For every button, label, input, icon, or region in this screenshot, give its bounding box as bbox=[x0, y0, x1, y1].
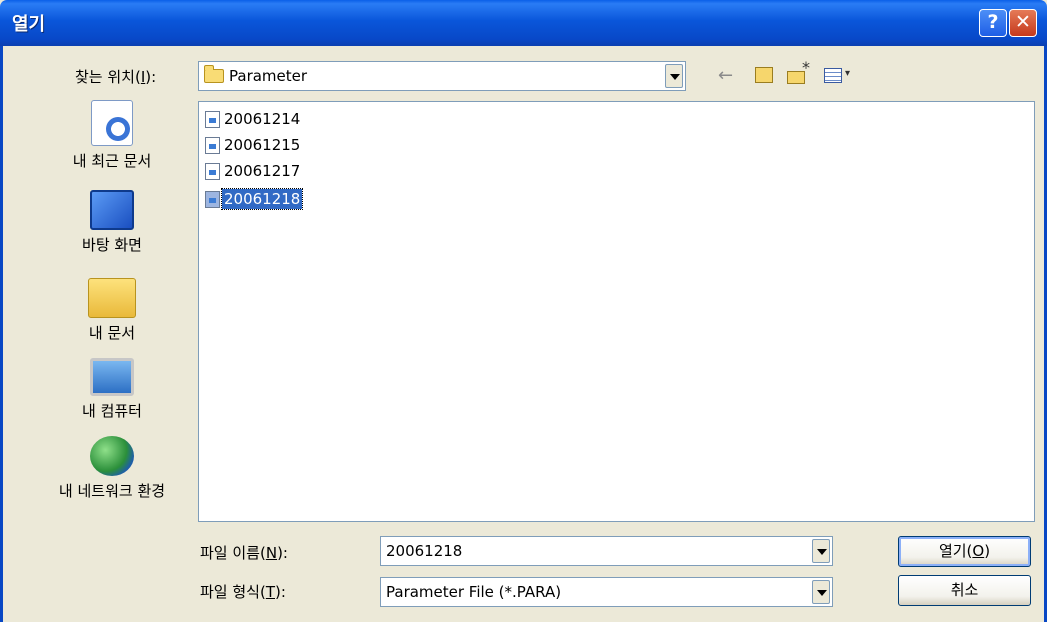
window-frame-left bbox=[0, 46, 3, 622]
folder-icon bbox=[204, 65, 224, 83]
file-type-value: Parameter File (*.PARA) bbox=[386, 583, 562, 601]
title-bar[interactable]: 열기 ? ✕ bbox=[0, 0, 1047, 46]
file-icon bbox=[205, 163, 220, 180]
file-type-dropdown[interactable]: Parameter File (*.PARA) bbox=[380, 577, 833, 607]
list-item[interactable]: 20061217 bbox=[205, 160, 325, 184]
chevron-down-icon[interactable] bbox=[812, 539, 830, 563]
help-button[interactable]: ? bbox=[979, 9, 1007, 37]
place-label: 내 문서 bbox=[88, 324, 136, 342]
place-desktop[interactable]: 바탕 화면 bbox=[37, 190, 187, 255]
file-name-label: 파일 이름(N): bbox=[200, 544, 288, 562]
place-my-computer[interactable]: 내 컴퓨터 bbox=[37, 358, 187, 421]
file-name: 20061215 bbox=[224, 136, 301, 154]
place-network[interactable]: 내 네트워크 환경 bbox=[37, 436, 187, 501]
desktop-icon bbox=[90, 190, 134, 230]
my-documents-icon bbox=[88, 278, 136, 318]
view-menu-arrow-icon[interactable]: ▾ bbox=[845, 68, 850, 79]
my-computer-icon bbox=[90, 358, 134, 396]
file-name-value: 20061218 bbox=[386, 542, 463, 560]
list-item[interactable]: 20061215 bbox=[205, 134, 325, 158]
chevron-down-icon[interactable] bbox=[665, 64, 683, 88]
look-in-value: Parameter bbox=[229, 67, 308, 85]
close-button[interactable]: ✕ bbox=[1009, 9, 1037, 37]
up-folder-icon[interactable] bbox=[755, 67, 773, 83]
place-recent-documents[interactable]: 내 최근 문서 bbox=[37, 100, 187, 171]
window-title: 열기 bbox=[12, 14, 46, 35]
open-button[interactable]: 열기(O) bbox=[898, 536, 1031, 567]
place-label: 내 컴퓨터 bbox=[82, 402, 142, 420]
list-item-selected[interactable]: 20061218 bbox=[205, 188, 325, 212]
recent-documents-icon bbox=[91, 100, 133, 146]
look-in-label: 찾는 위치(I): bbox=[75, 68, 157, 86]
file-name: 20061218 bbox=[220, 188, 304, 210]
file-name: 20061214 bbox=[224, 110, 301, 128]
list-item[interactable]: 20061214 bbox=[205, 108, 325, 132]
places-bar: 내 최근 문서 바탕 화면 내 문서 내 컴퓨터 내 네트워크 환경 bbox=[37, 100, 187, 520]
file-icon bbox=[205, 137, 220, 154]
place-label: 내 네트워크 환경 bbox=[58, 482, 166, 500]
file-list[interactable]: 20061214 20061215 20061217 20061218 bbox=[198, 101, 1035, 522]
place-my-documents[interactable]: 내 문서 bbox=[37, 278, 187, 343]
place-label: 바탕 화면 bbox=[82, 236, 142, 254]
file-name: 20061217 bbox=[224, 162, 301, 180]
file-type-label: 파일 형식(T): bbox=[200, 583, 286, 601]
place-label: 내 최근 문서 bbox=[72, 152, 152, 170]
back-icon[interactable]: ← bbox=[718, 65, 733, 86]
look-in-dropdown[interactable]: Parameter bbox=[198, 61, 686, 91]
chevron-down-icon[interactable] bbox=[812, 580, 830, 604]
view-menu-icon[interactable] bbox=[824, 68, 842, 83]
file-name-input[interactable]: 20061218 bbox=[380, 536, 833, 566]
file-icon bbox=[205, 111, 220, 128]
file-icon bbox=[205, 191, 220, 208]
network-icon bbox=[90, 436, 134, 476]
new-folder-icon[interactable] bbox=[787, 58, 810, 84]
cancel-button[interactable]: 취소 bbox=[898, 575, 1031, 606]
